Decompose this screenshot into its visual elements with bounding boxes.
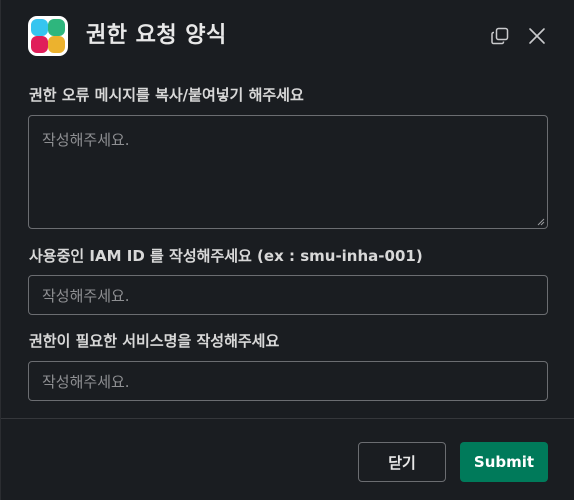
error-message-label: 권한 오류 메시지를 복사/붙여넣기 해주세요 xyxy=(29,86,304,104)
expand-button[interactable] xyxy=(488,24,512,48)
iam-id-placeholder: 작성해주세요. xyxy=(42,287,130,305)
expand-icon xyxy=(491,27,509,45)
logo-tile-blue xyxy=(31,19,48,36)
resize-handle-icon[interactable] xyxy=(537,218,545,226)
modal-title: 권한 요청 양식 xyxy=(86,23,227,48)
close-modal-button[interactable] xyxy=(525,24,549,48)
permission-request-modal: 권한 요청 양식 권한 오류 메시지를 복사/붙여넣기 해주세요 작성해주세요.… xyxy=(0,0,574,500)
logo-tile-yellow xyxy=(48,36,65,53)
submit-button[interactable]: Submit xyxy=(460,442,548,482)
service-name-label: 권한이 필요한 서비스명을 작성해주세요 xyxy=(29,332,280,350)
iam-id-input[interactable]: 작성해주세요. xyxy=(28,275,548,315)
close-button[interactable]: 닫기 xyxy=(358,442,446,482)
logo-tile-green xyxy=(48,19,65,36)
app-logo xyxy=(28,16,68,56)
error-message-textarea[interactable]: 작성해주세요. xyxy=(28,115,548,229)
logo-tile-red xyxy=(31,36,48,53)
modal-footer: 닫기 Submit xyxy=(1,418,574,500)
modal-header: 권한 요청 양식 xyxy=(1,0,574,72)
service-name-placeholder: 작성해주세요. xyxy=(42,373,130,391)
error-message-placeholder: 작성해주세요. xyxy=(42,131,130,149)
iam-id-label: 사용중인 IAM ID 를 작성해주세요 (ex : smu-inha-001) xyxy=(29,247,423,265)
service-name-input[interactable]: 작성해주세요. xyxy=(28,361,548,401)
close-icon xyxy=(529,28,545,44)
